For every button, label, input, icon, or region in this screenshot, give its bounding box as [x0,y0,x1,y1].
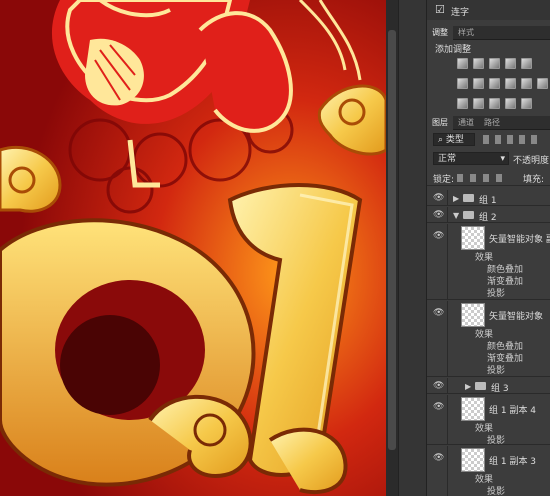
layer-name: 组 3 [491,384,509,394]
layer-smart-object[interactable]: 👁 矢量智能对象 效果 颜色叠加 渐变叠加 投影 [427,301,550,377]
visibility-eye-icon[interactable]: 👁 [433,210,444,220]
canvas-vertical-scrollbar[interactable] [386,0,398,496]
color-balance-icon[interactable] [473,78,484,89]
levels-icon[interactable] [473,58,484,69]
blend-mode-value: 正常 [438,154,457,164]
collapsed-panel-dock [398,0,427,496]
exposure-icon[interactable] [505,58,516,69]
lock-icons[interactable] [457,174,509,182]
layer-name: 组 1 [479,196,497,206]
color-lookup-icon[interactable] [537,78,548,89]
effect-drop-shadow[interactable]: 投影 [487,286,505,299]
layer-group-1[interactable]: 👁 ▶ 组 1 [427,190,550,206]
expand-arrow-icon[interactable]: ▶ [465,382,471,391]
black-white-icon[interactable] [489,78,500,89]
layer-smart-object-copy[interactable]: 👁 矢量智能对象 副 效果 颜色叠加 渐变叠加 投影 [427,224,550,300]
effect-drop-shadow[interactable]: 投影 [487,433,505,446]
ligature-checkbox[interactable]: ☑ [435,3,445,16]
opacity-label: 不透明度 [513,156,550,166]
visibility-eye-icon[interactable]: 👁 [433,308,444,318]
folder-icon [475,382,486,390]
chevron-down-icon: ▾ [500,154,505,164]
visibility-eye-icon[interactable]: 👁 [433,402,444,412]
expand-arrow-icon[interactable]: ▶ [453,194,459,203]
invert-icon[interactable] [457,98,468,109]
posterize-icon[interactable] [473,98,484,109]
document-canvas[interactable] [0,0,386,496]
layer-filter-icons[interactable] [483,135,543,144]
tab-paths[interactable]: 路径 [479,116,505,130]
gradient-map-icon[interactable] [505,98,516,109]
layer-thumbnail [461,226,485,250]
hue-saturation-icon[interactable] [457,78,468,89]
blend-mode-select[interactable]: 正常 ▾ [433,152,509,165]
ligature-row: ☑ 连字 [427,0,550,20]
fill-label: 填充: [523,175,545,185]
visibility-eye-icon[interactable]: 👁 [433,193,444,203]
photoshop-panel: ☑ 连字 调整 样式 添加调整 图层 通道 路径 ⌕ 类型 正常 ▾ 不透明度 … [426,0,550,496]
tab-layers[interactable]: 图层 [427,116,453,130]
folder-open-icon [463,211,474,219]
lock-label: 锁定: [433,175,455,185]
vibrance-icon[interactable] [521,58,532,69]
effect-drop-shadow[interactable]: 投影 [487,484,505,496]
layer-thumbnail [461,448,485,472]
layer-group-1-copy-4[interactable]: 👁 组 1 副本 4 效果 投影 [427,395,550,446]
layer-name: 组 1 副本 4 [489,406,537,416]
adjustment-icons-row-1 [457,58,550,69]
adjustment-icons-row-2 [457,78,550,89]
layer-group-1-copy-3[interactable]: 👁 组 1 副本 3 效果 投影 [427,446,550,496]
adjustments-header: 添加调整 [427,42,550,55]
tab-channels[interactable]: 通道 [453,116,479,130]
channel-mixer-icon[interactable] [521,78,532,89]
layer-thumbnail [461,397,485,421]
layer-thumbnail [461,303,485,327]
layer-group-3[interactable]: 👁 ▶ 组 3 [427,378,550,394]
rooster-artwork [0,0,386,496]
layer-name: 矢量智能对象 [489,312,544,322]
adjustments-tabbar: 调整 样式 [427,26,550,40]
tab-styles[interactable]: 样式 [453,26,479,40]
tab-adjustments[interactable]: 调整 [427,26,453,40]
brightness-icon[interactable] [457,58,468,69]
layer-name: 组 1 副本 3 [489,457,537,467]
threshold-icon[interactable] [489,98,500,109]
selective-color-icon[interactable] [521,98,532,109]
layer-name: 组 2 [479,213,497,223]
effect-drop-shadow[interactable]: 投影 [487,363,505,376]
add-adjustment-title: 添加调整 [435,45,472,55]
visibility-eye-icon[interactable]: 👁 [433,381,444,391]
photo-filter-icon[interactable] [505,78,516,89]
layers-tabbar: 图层 通道 路径 [427,116,550,130]
curves-icon[interactable] [489,58,500,69]
ligature-label: 连字 [451,8,470,18]
layer-filter-kind-select[interactable]: ⌕ 类型 [433,133,475,146]
filter-kind-value: 类型 [445,135,464,145]
layer-group-2[interactable]: 👁 ▼ 组 2 [427,207,550,223]
visibility-eye-icon[interactable]: 👁 [433,453,444,463]
lock-fill-row: 锁定: 填充: [427,170,550,186]
adjustment-icons-row-3 [457,98,550,109]
collapse-arrow-icon[interactable]: ▼ [453,211,459,220]
layer-filter-row: ⌕ 类型 [427,132,550,148]
blend-mode-row: 正常 ▾ 不透明度 [427,151,550,167]
folder-icon [463,194,474,202]
scrollbar-thumb[interactable] [388,30,396,450]
layer-name: 矢量智能对象 副 [489,235,550,245]
visibility-eye-icon[interactable]: 👁 [433,231,444,241]
